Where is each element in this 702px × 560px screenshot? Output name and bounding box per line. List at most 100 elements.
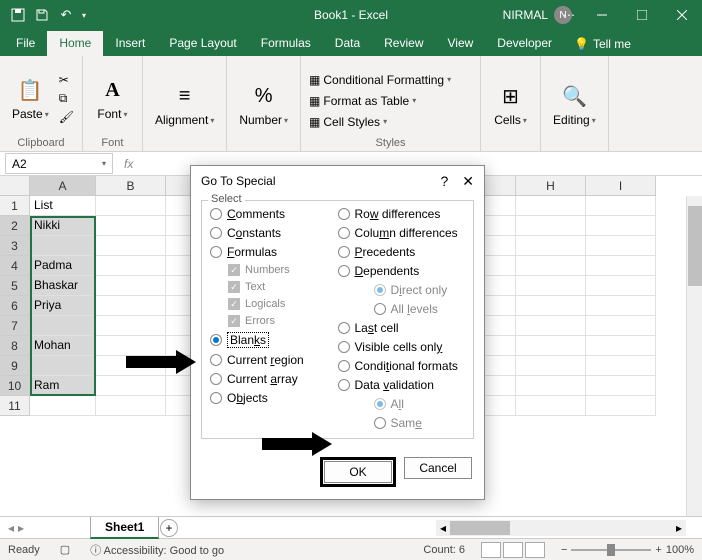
ok-button[interactable]: OK bbox=[324, 461, 392, 483]
row-header-4[interactable]: 4 bbox=[0, 256, 30, 276]
cell-I1[interactable] bbox=[586, 196, 656, 216]
cell-B11[interactable] bbox=[96, 396, 166, 416]
radio-data-validation[interactable]: Data validation bbox=[338, 378, 466, 392]
cell-I2[interactable] bbox=[586, 216, 656, 236]
row-header-6[interactable]: 6 bbox=[0, 296, 30, 316]
new-sheet-button[interactable]: + bbox=[160, 519, 178, 537]
cell-I11[interactable] bbox=[586, 396, 656, 416]
macro-record-icon[interactable]: ▢ bbox=[60, 543, 70, 556]
col-header-H[interactable]: H bbox=[516, 176, 586, 196]
format-painter-icon[interactable]: 🖌 bbox=[59, 110, 74, 124]
cell-A3[interactable] bbox=[30, 236, 96, 256]
tab-developer[interactable]: Developer bbox=[485, 31, 564, 56]
cell-A4[interactable]: Padma bbox=[30, 256, 96, 276]
zoom-slider[interactable] bbox=[571, 549, 651, 551]
cell-I7[interactable] bbox=[586, 316, 656, 336]
dialog-close-button[interactable]: ✕ bbox=[462, 173, 474, 190]
cell-H10[interactable] bbox=[516, 376, 586, 396]
zoom-out-button[interactable]: − bbox=[561, 544, 567, 556]
col-header-B[interactable]: B bbox=[96, 176, 166, 196]
copy-icon[interactable]: ⧉ bbox=[59, 91, 74, 106]
row-header-3[interactable]: 3 bbox=[0, 236, 30, 256]
cell-A6[interactable]: Priya bbox=[30, 296, 96, 316]
radio-row-diff[interactable]: Row differences bbox=[338, 207, 466, 221]
cell-I9[interactable] bbox=[586, 356, 656, 376]
tab-insert[interactable]: Insert bbox=[103, 31, 157, 56]
radio-last-cell[interactable]: Last cell bbox=[338, 321, 466, 335]
cell-B10[interactable] bbox=[96, 376, 166, 396]
sheet-tab-sheet1[interactable]: Sheet1 bbox=[90, 517, 159, 539]
cell-B7[interactable] bbox=[96, 316, 166, 336]
font-button[interactable]: A Font▾ bbox=[93, 74, 131, 123]
radio-col-diff[interactable]: Column differences bbox=[338, 226, 466, 240]
undo-icon[interactable]: ↶ bbox=[58, 7, 74, 23]
col-header-A[interactable]: A bbox=[30, 176, 96, 196]
cell-A7[interactable] bbox=[30, 316, 96, 336]
tab-review[interactable]: Review bbox=[372, 31, 435, 56]
fx-icon[interactable]: fx bbox=[118, 157, 139, 171]
radio-visible-cells[interactable]: Visible cells only bbox=[338, 340, 466, 354]
tab-view[interactable]: View bbox=[436, 31, 486, 56]
zoom-in-button[interactable]: + bbox=[655, 544, 661, 556]
row-header-2[interactable]: 2 bbox=[0, 216, 30, 236]
cell-H7[interactable] bbox=[516, 316, 586, 336]
minimize-button[interactable] bbox=[582, 0, 622, 30]
cell-H5[interactable] bbox=[516, 276, 586, 296]
save-icon[interactable] bbox=[34, 7, 50, 23]
radio-objects[interactable]: Objects bbox=[210, 391, 338, 405]
radio-current-region[interactable]: Current region bbox=[210, 353, 338, 367]
radio-precedents[interactable]: Precedents bbox=[338, 245, 466, 259]
radio-constants[interactable]: Constants bbox=[210, 226, 338, 240]
cell-H9[interactable] bbox=[516, 356, 586, 376]
cell-B1[interactable] bbox=[96, 196, 166, 216]
cell-H2[interactable] bbox=[516, 216, 586, 236]
cell-I10[interactable] bbox=[586, 376, 656, 396]
radio-formulas[interactable]: Formulas bbox=[210, 245, 338, 259]
cell-H11[interactable] bbox=[516, 396, 586, 416]
qat-more-icon[interactable]: ▾ bbox=[82, 11, 86, 20]
normal-view-button[interactable] bbox=[481, 542, 501, 558]
tab-home[interactable]: Home bbox=[47, 31, 103, 56]
namebox-dropdown-icon[interactable]: ▾ bbox=[102, 159, 106, 168]
conditional-formatting-button[interactable]: ▦Conditional Formatting▾ bbox=[309, 73, 451, 87]
cell-A10[interactable]: Ram bbox=[30, 376, 96, 396]
cell-B4[interactable] bbox=[96, 256, 166, 276]
row-header-1[interactable]: 1 bbox=[0, 196, 30, 216]
tab-file[interactable]: File bbox=[4, 31, 47, 56]
alignment-button[interactable]: ≡ Alignment▾ bbox=[151, 80, 218, 129]
name-box[interactable]: A2 ▾ bbox=[5, 153, 113, 174]
tab-page-layout[interactable]: Page Layout bbox=[157, 31, 248, 56]
page-layout-view-button[interactable] bbox=[503, 542, 523, 558]
page-break-view-button[interactable] bbox=[525, 542, 545, 558]
cell-H3[interactable] bbox=[516, 236, 586, 256]
tab-formulas[interactable]: Formulas bbox=[249, 31, 323, 56]
cut-icon[interactable]: ✂ bbox=[59, 73, 74, 87]
editing-button[interactable]: 🔍 Editing▾ bbox=[549, 80, 600, 129]
cell-B2[interactable] bbox=[96, 216, 166, 236]
paste-button[interactable]: 📋 Paste▾ bbox=[8, 74, 53, 123]
cell-B6[interactable] bbox=[96, 296, 166, 316]
cell-I4[interactable] bbox=[586, 256, 656, 276]
cell-A1[interactable]: List bbox=[30, 196, 96, 216]
cell-A11[interactable] bbox=[30, 396, 96, 416]
accessibility-status[interactable]: ⓘ Accessibility: Good to go bbox=[90, 542, 224, 558]
cancel-button[interactable]: Cancel bbox=[404, 457, 472, 479]
maximize-button[interactable] bbox=[622, 0, 662, 30]
radio-blanks[interactable]: Blanks bbox=[210, 332, 338, 348]
row-header-10[interactable]: 10 bbox=[0, 376, 30, 396]
ribbon-display-icon[interactable]: ⋯ bbox=[554, 8, 584, 22]
tab-data[interactable]: Data bbox=[323, 31, 372, 56]
radio-current-array[interactable]: Current array bbox=[210, 372, 338, 386]
radio-cond-formats[interactable]: Conditional formats bbox=[338, 359, 466, 373]
horizontal-scrollbar[interactable]: ◂▸ bbox=[436, 520, 686, 536]
cells-button[interactable]: ⊞ Cells▾ bbox=[490, 80, 531, 129]
number-button[interactable]: % Number▾ bbox=[235, 80, 292, 129]
radio-comments[interactable]: CCommentsomments bbox=[210, 207, 338, 221]
autosave-icon[interactable] bbox=[10, 7, 26, 23]
cell-H1[interactable] bbox=[516, 196, 586, 216]
row-header-8[interactable]: 8 bbox=[0, 336, 30, 356]
zoom-level[interactable]: 100% bbox=[666, 544, 694, 556]
row-header-5[interactable]: 5 bbox=[0, 276, 30, 296]
cell-B9[interactable] bbox=[96, 356, 166, 376]
cell-H6[interactable] bbox=[516, 296, 586, 316]
